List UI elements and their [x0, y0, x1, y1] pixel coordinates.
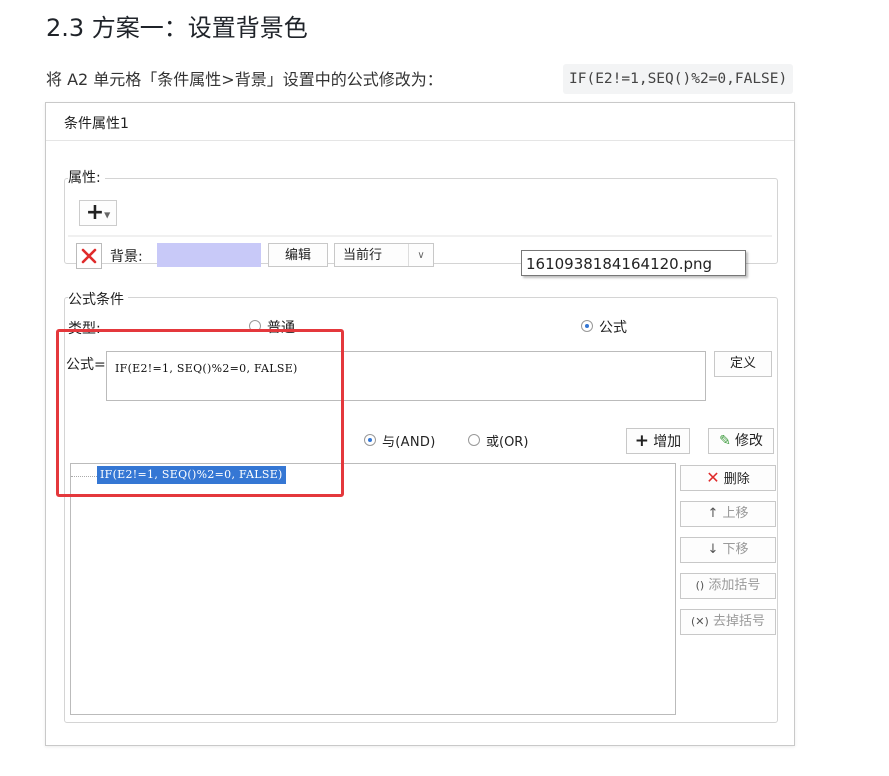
logic-option-or: 或(OR) [486, 435, 529, 450]
logic-radio-and[interactable] [364, 434, 376, 446]
add-attr-button[interactable]: +▼ [79, 200, 117, 226]
move-up-button[interactable]: ↑ 上移 [680, 501, 776, 527]
close-icon: ✕ [706, 468, 720, 487]
dropdown-arrow-icon: ▼ [104, 210, 111, 220]
chevron-down-icon: ∨ [408, 244, 433, 266]
close-icon [81, 248, 97, 264]
condition-list[interactable]: IF(E2!=1, SEQ()%2=0, FALSE) [70, 463, 676, 715]
delete-condition-button[interactable]: ✕ 删除 [680, 465, 776, 491]
formula-group-label: 公式条件 [68, 289, 128, 309]
page-title: 2.3 方案一：设置背景色 [46, 14, 308, 42]
inline-code: IF(E2!=1,SEQ()%2=0,FALSE) [563, 64, 794, 94]
plus-icon: + [634, 431, 650, 451]
move-down-button[interactable]: ↓ 下移 [680, 537, 776, 563]
edit-button[interactable]: 编辑 [268, 243, 328, 267]
plus-icon: + [85, 200, 105, 225]
title-divider [46, 140, 794, 141]
dialog-title: 条件属性1 [64, 116, 129, 132]
scope-select[interactable]: 当前行 ∨ [334, 243, 434, 267]
highlight-box [56, 329, 344, 497]
bracket-icon: () [695, 579, 705, 592]
type-radio-formula[interactable] [581, 320, 593, 332]
intro-text: 将 A2 单元格「条件属性>背景」设置中的公式修改为： [46, 70, 443, 89]
type-option-formula: 公式 [599, 320, 627, 336]
logic-option-and: 与(AND) [382, 435, 436, 450]
gear-edit-icon: ✎ [719, 433, 731, 449]
filename-tooltip: 1610938184164120.png [521, 250, 746, 276]
add-condition-button[interactable]: + 增加 [626, 428, 690, 454]
remove-bracket-icon: (✕) [691, 615, 709, 628]
background-color-swatch[interactable] [157, 243, 261, 267]
modify-condition-button[interactable]: ✎ 修改 [708, 428, 774, 454]
remove-bracket-button[interactable]: (✕) 去掉括号 [680, 609, 776, 635]
background-label: 背景: [110, 249, 143, 265]
logic-radio-or[interactable] [468, 434, 480, 446]
define-button[interactable]: 定义 [714, 351, 772, 377]
attr-row-divider [68, 235, 772, 237]
arrow-down-icon: ↓ [707, 542, 719, 557]
delete-attr-button[interactable] [76, 243, 102, 269]
arrow-up-icon: ↑ [707, 506, 719, 521]
scope-value: 当前行 [343, 248, 383, 263]
add-bracket-button[interactable]: () 添加括号 [680, 573, 776, 599]
attr-group-label: 属性: [68, 167, 105, 187]
